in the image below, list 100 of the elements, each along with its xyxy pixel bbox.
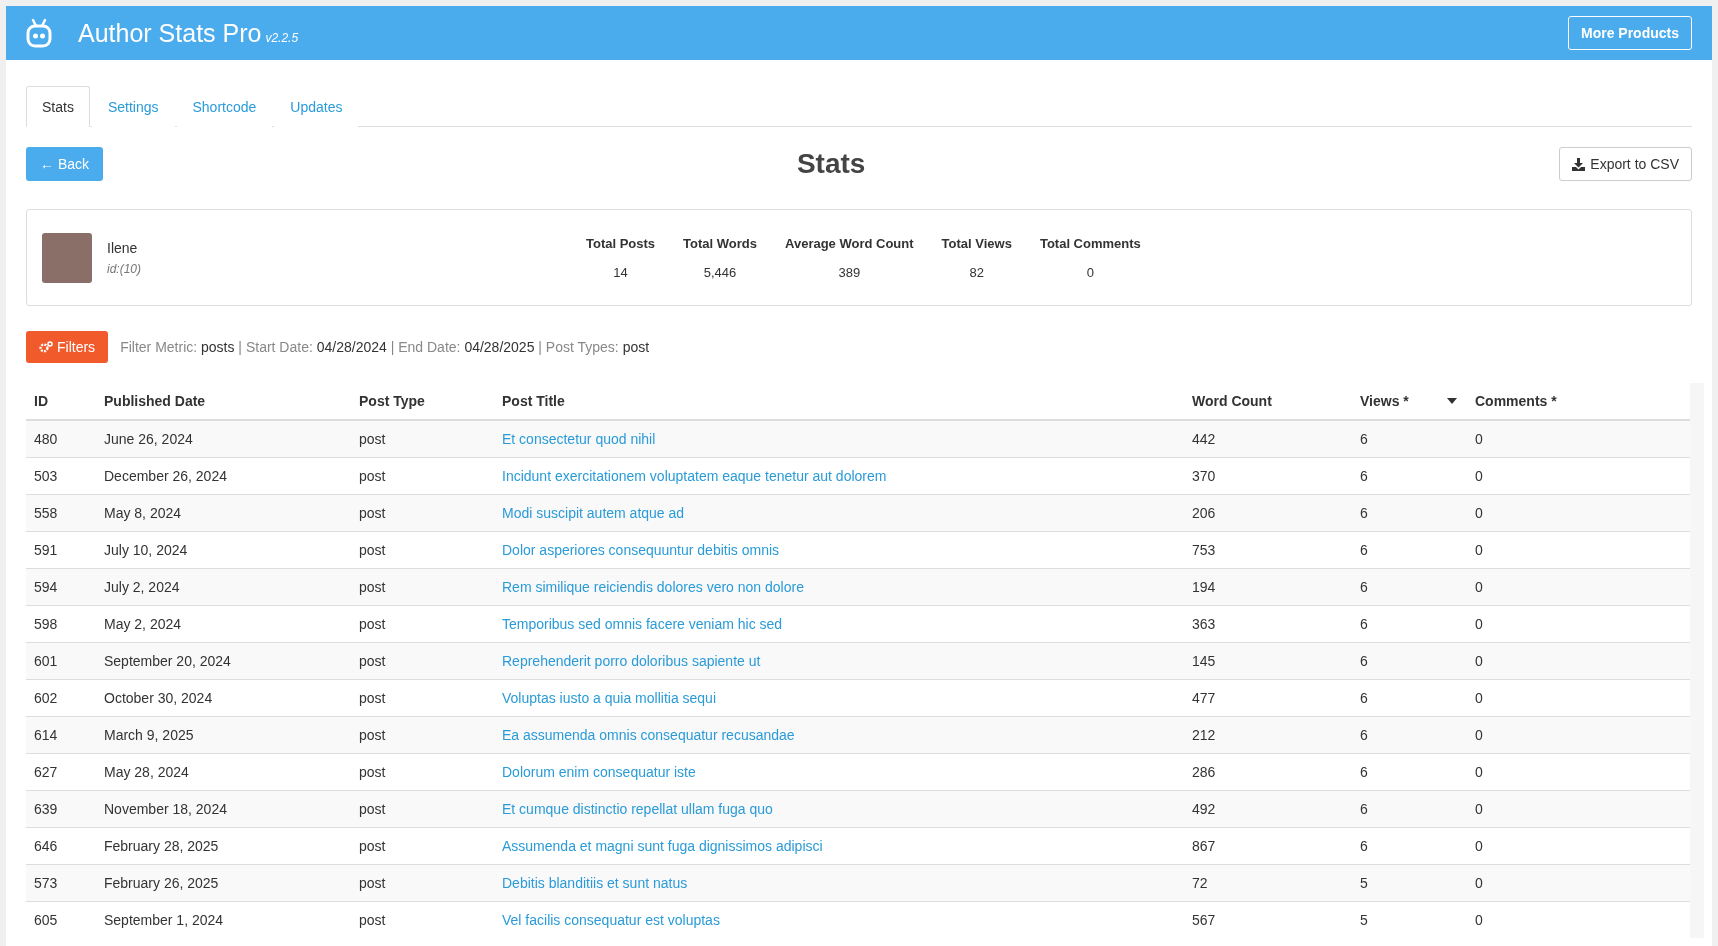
table-cell: post bbox=[359, 468, 386, 484]
table-cell: 591 bbox=[34, 542, 58, 558]
column-header[interactable]: Post Type bbox=[359, 393, 427, 409]
post-title-link[interactable]: Dolorum enim consequatur iste bbox=[502, 764, 696, 780]
table-cell: 6 bbox=[1360, 764, 1368, 780]
post-title-link[interactable]: Reprehenderit porro doloribus sapiente ut bbox=[502, 653, 761, 669]
stat-value: 0 bbox=[1086, 264, 1094, 280]
table-cell: June 26, 2024 bbox=[104, 431, 193, 447]
post-title-link[interactable]: Dolor asperiores consequuntur debitis omnis bbox=[502, 542, 780, 558]
post-title-link[interactable]: Assumenda et magni sunt fuga dignissimos adipisci bbox=[502, 838, 823, 854]
page-title: Stats bbox=[796, 148, 866, 180]
table-cell: May 28, 2024 bbox=[104, 764, 189, 780]
table-cell: 567 bbox=[1192, 912, 1216, 928]
table-cell: post bbox=[359, 801, 386, 817]
version-label: v2.2.5 bbox=[265, 31, 299, 45]
caret-down-icon[interactable] bbox=[1447, 398, 1457, 404]
table-cell: July 2, 2024 bbox=[104, 579, 180, 595]
avatar-photo-placeholder bbox=[42, 232, 92, 283]
table-cell: 0 bbox=[1475, 431, 1483, 447]
table-cell: 598 bbox=[34, 616, 58, 632]
table-cell: 6 bbox=[1360, 579, 1368, 595]
filter-summary: Filter Metric: posts | Start Date: 04/28/2024 | End Date: 04/28/2025 | Post Types: post bbox=[120, 339, 650, 355]
table-cell: 194 bbox=[1192, 579, 1216, 595]
table-cell: 0 bbox=[1475, 690, 1483, 706]
table-cell: post bbox=[359, 579, 386, 595]
app-title: Author Stats Pro bbox=[78, 18, 262, 48]
table-cell: 6 bbox=[1360, 542, 1368, 558]
table-cell: 477 bbox=[1192, 690, 1216, 706]
table-cell: 753 bbox=[1192, 542, 1216, 558]
filters-button[interactable]: Filters bbox=[26, 331, 109, 363]
column-header[interactable]: Comments * bbox=[1475, 393, 1559, 409]
stat-value: 389 bbox=[838, 264, 861, 280]
table-cell: 145 bbox=[1192, 653, 1216, 669]
column-header[interactable]: Published Date bbox=[104, 393, 208, 409]
table-cell: 0 bbox=[1475, 764, 1483, 780]
column-header[interactable]: Word Count bbox=[1192, 393, 1274, 409]
table-cell: post bbox=[359, 431, 386, 447]
author-id: id:(10) bbox=[107, 261, 142, 276]
export-button[interactable]: Export to CSV bbox=[1559, 147, 1692, 181]
post-title-link[interactable]: Et consectetur quod nihil bbox=[502, 431, 656, 447]
post-title-link[interactable]: Ea assumenda omnis consequatur recusandae bbox=[502, 727, 795, 743]
table-cell: 558 bbox=[34, 505, 58, 521]
post-title-link[interactable]: Incidunt exercitationem voluptatem eaque tenetur aut dolorem bbox=[502, 468, 887, 484]
table-cell: 0 bbox=[1475, 801, 1483, 817]
table-cell: 442 bbox=[1192, 431, 1216, 447]
table-cell: 627 bbox=[34, 764, 58, 780]
table-cell: 212 bbox=[1192, 727, 1216, 743]
table-cell: post bbox=[359, 690, 386, 706]
more-products-button[interactable]: More Products bbox=[1568, 16, 1692, 50]
table-cell: post bbox=[359, 542, 386, 558]
column-header[interactable]: Post Title bbox=[502, 393, 567, 409]
post-title-link[interactable]: Voluptas iusto a quia mollitia sequi bbox=[502, 690, 717, 706]
post-title-link[interactable]: Vel facilis consequatur est voluptas bbox=[502, 912, 720, 928]
table-cell: 503 bbox=[34, 468, 58, 484]
column-header[interactable]: Views * bbox=[1360, 393, 1459, 409]
table-cell: October 30, 2024 bbox=[104, 690, 213, 706]
table-cell: 605 bbox=[34, 912, 58, 928]
post-title-link[interactable]: Debitis blanditiis et sunt natus bbox=[502, 875, 688, 891]
table-cell: September 1, 2024 bbox=[104, 912, 224, 928]
stat-label: Total Words bbox=[683, 235, 757, 251]
table-cell: 206 bbox=[1192, 505, 1216, 521]
table-cell: 602 bbox=[34, 690, 58, 706]
table-cell: December 26, 2024 bbox=[104, 468, 227, 484]
post-title-link[interactable]: Et cumque distinctio repellat ullam fuga quo bbox=[502, 801, 773, 817]
table-cell: 363 bbox=[1192, 616, 1216, 632]
stat-label: Total Views bbox=[941, 235, 1012, 251]
table-cell: September 20, 2024 bbox=[104, 653, 231, 669]
table-cell: post bbox=[359, 838, 386, 854]
stat-label: Average Word Count bbox=[785, 235, 914, 251]
post-title-link[interactable]: Rem similique reiciendis dolores vero non dolore bbox=[502, 579, 804, 595]
table-cell: 6 bbox=[1360, 468, 1368, 484]
table-cell: 0 bbox=[1475, 616, 1483, 632]
table-cell: post bbox=[359, 653, 386, 669]
table-cell: 492 bbox=[1192, 801, 1216, 817]
table-cell: 646 bbox=[34, 838, 58, 854]
table-cell: post bbox=[359, 912, 386, 928]
table-cell: 72 bbox=[1192, 875, 1208, 891]
table-cell: May 2, 2024 bbox=[104, 616, 182, 632]
stat-value: 82 bbox=[969, 264, 984, 280]
author-name: Ilene bbox=[107, 239, 139, 256]
table-cell: March 9, 2025 bbox=[104, 727, 194, 743]
table-cell: 5 bbox=[1360, 912, 1368, 928]
column-header[interactable]: ID bbox=[34, 393, 50, 409]
table-cell: 6 bbox=[1360, 505, 1368, 521]
table-cell: post bbox=[359, 727, 386, 743]
download-icon bbox=[1572, 157, 1586, 171]
table-cell: 0 bbox=[1475, 912, 1483, 928]
stat-value: 5,446 bbox=[703, 264, 737, 280]
back-button[interactable]: ← Back bbox=[26, 147, 103, 181]
table-cell: 370 bbox=[1192, 468, 1216, 484]
tab[interactable]: Stats bbox=[26, 86, 90, 127]
post-title-link[interactable]: Temporibus sed omnis facere veniam hic sed bbox=[502, 616, 783, 632]
table-cell: February 28, 2025 bbox=[104, 838, 219, 854]
table-cell: 5 bbox=[1360, 875, 1368, 891]
table-cell: 6 bbox=[1360, 431, 1368, 447]
post-title-link[interactable]: Modi suscipit autem atque ad bbox=[502, 505, 685, 521]
table-cell: 594 bbox=[34, 579, 58, 595]
table-cell: 0 bbox=[1475, 727, 1483, 743]
table-cell: 639 bbox=[34, 801, 58, 817]
table-cell: July 10, 2024 bbox=[104, 542, 188, 558]
